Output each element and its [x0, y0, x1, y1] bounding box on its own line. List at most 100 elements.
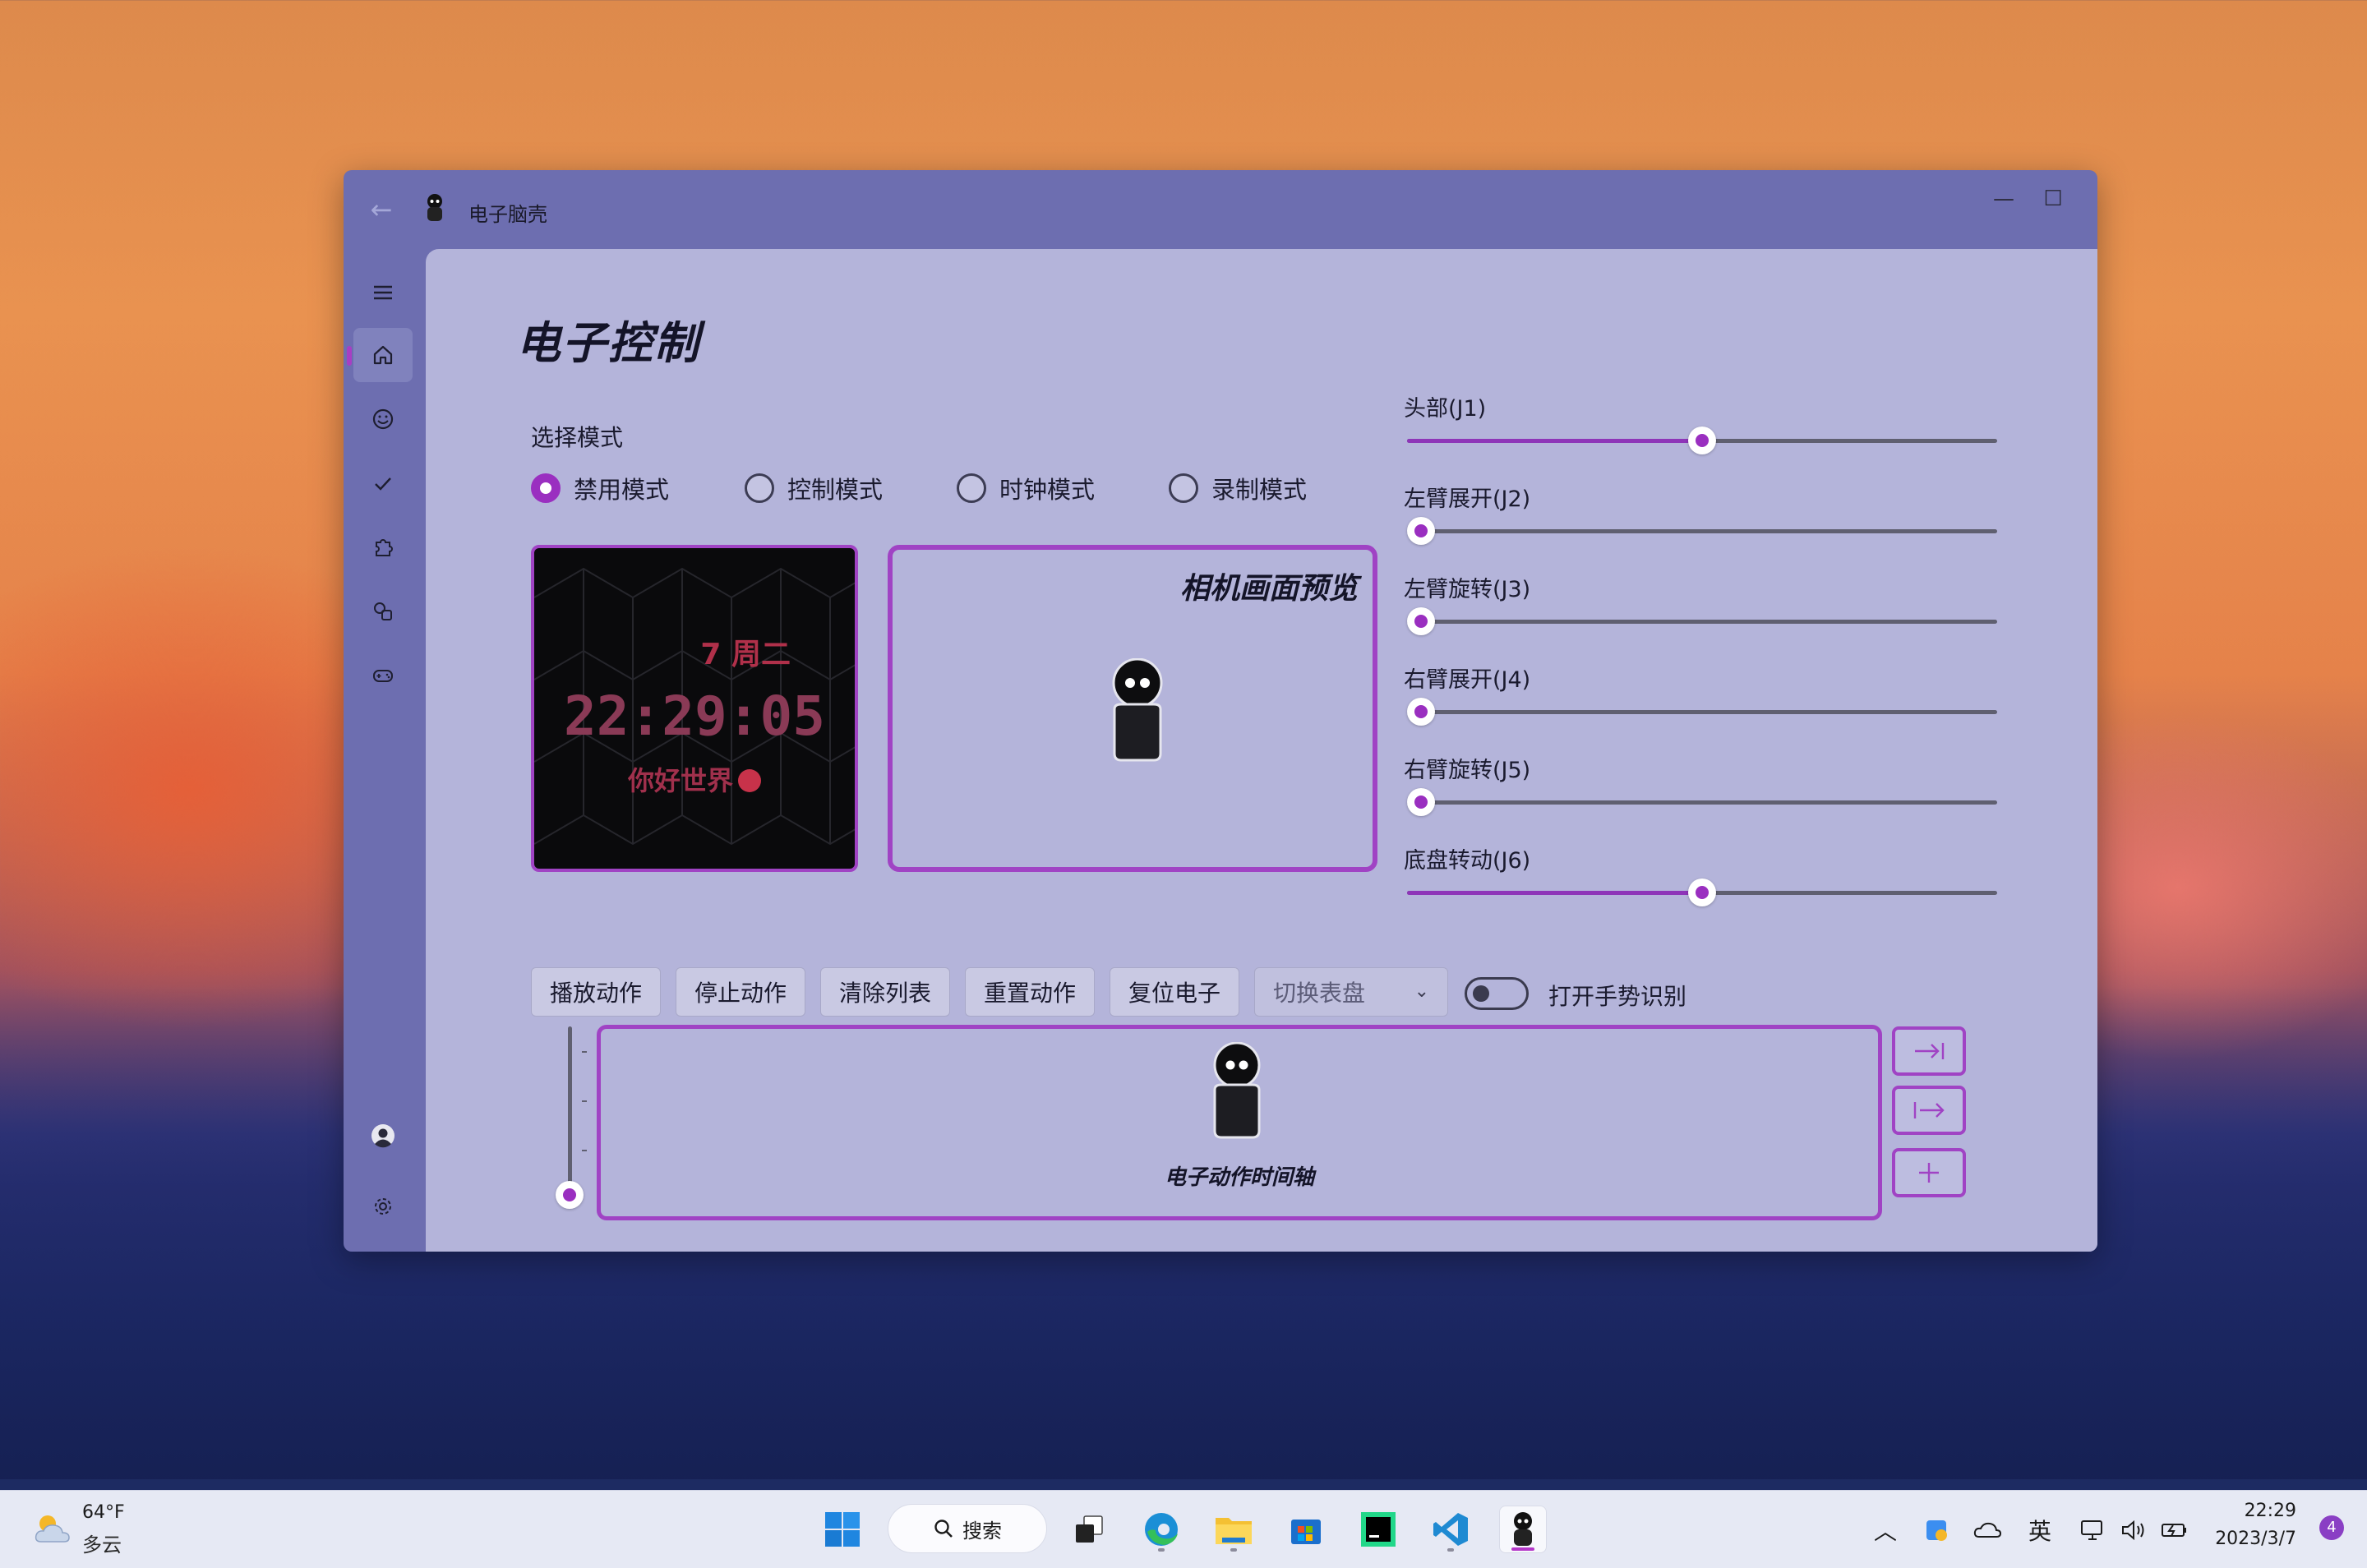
radio-clock-mode[interactable]: 时钟模式: [957, 471, 1095, 505]
camera-preview-panel: 相机画面预览: [888, 545, 1377, 872]
slider-j5[interactable]: [1407, 788, 1997, 816]
reset-robot-button[interactable]: 复位电子: [1110, 967, 1239, 1017]
clear-list-button[interactable]: 清除列表: [820, 967, 950, 1017]
action-timeline[interactable]: 电子动作时间轴: [597, 1025, 1882, 1220]
joint-label-j4: 右臂展开(J4): [1404, 667, 1531, 693]
nav-item-emoji[interactable]: [353, 392, 413, 446]
input-language-indicator[interactable]: 英: [2023, 1514, 2056, 1547]
edge-icon: [1145, 1513, 1178, 1546]
nav-item-home[interactable]: [347, 328, 413, 382]
taskbar-pycharm[interactable]: [1354, 1506, 1402, 1553]
back-arrow-icon[interactable]: ←: [367, 195, 396, 224]
title-bar[interactable]: ← 电子脑壳 — ☐ ✕: [344, 170, 2097, 249]
hamburger-menu-icon[interactable]: [353, 265, 413, 320]
nav-item-settings[interactable]: [353, 1179, 413, 1234]
slider-j5-thumb[interactable]: [1407, 788, 1435, 816]
pycharm-icon: [1361, 1512, 1396, 1547]
robot-app-icon: [427, 194, 442, 221]
slider-j1-fill: [1407, 439, 1702, 443]
running-indicator: [1230, 1548, 1237, 1552]
dial-select[interactable]: 切换表盘 ⌄: [1254, 967, 1448, 1017]
file-explorer-icon: [1216, 1518, 1252, 1544]
tray-app-icon[interactable]: [1920, 1514, 1953, 1547]
close-button[interactable]: ✕: [2083, 178, 2097, 219]
reset-action-button[interactable]: 重置动作: [965, 967, 1095, 1017]
taskbar-vscode[interactable]: [1427, 1506, 1474, 1553]
tray-overflow-chevron-icon[interactable]: ︿: [1871, 1514, 1900, 1547]
chevron-down-icon: ⌄: [1414, 981, 1429, 1002]
maximize-button[interactable]: ☐: [2028, 178, 2078, 219]
nav-item-gamepad[interactable]: [353, 648, 413, 703]
slider-j3[interactable]: [1407, 607, 1997, 635]
slider-j2[interactable]: [1407, 517, 1997, 545]
slider-j4-thumb[interactable]: [1407, 698, 1435, 726]
timeline-zoom-track: [568, 1026, 572, 1194]
taskbar-file-explorer[interactable]: [1210, 1506, 1257, 1553]
robot-app-icon: [1514, 1512, 1532, 1546]
nav-item-account[interactable]: [353, 1109, 413, 1163]
nav-item-puzzle[interactable]: [353, 520, 413, 574]
radio-indicator[interactable]: [531, 473, 561, 503]
add-icon: [1919, 1163, 1939, 1183]
task-view-button[interactable]: [1065, 1506, 1113, 1553]
windows-start-icon: [825, 1512, 860, 1547]
search-label: 搜索: [962, 1519, 1002, 1543]
notification-badge[interactable]: 4: [2319, 1515, 2344, 1540]
network-icon[interactable]: [2076, 1514, 2109, 1547]
clock-time-display[interactable]: 22:29: [2245, 1501, 2296, 1521]
taskbar-search[interactable]: 搜索: [888, 1504, 1047, 1553]
add-action-button[interactable]: [1892, 1148, 1966, 1197]
weather-condition: 多云: [82, 1533, 122, 1556]
nav-item-shapes[interactable]: [353, 584, 413, 639]
camera-preview-title: 相机画面预览: [1179, 572, 1358, 606]
slider-j1-thumb[interactable]: [1688, 427, 1716, 454]
onedrive-icon[interactable]: [1971, 1514, 2004, 1547]
volume-icon[interactable]: [2117, 1514, 2150, 1547]
slider-j4[interactable]: [1407, 698, 1997, 726]
radio-indicator[interactable]: [1169, 473, 1198, 503]
partly-cloudy-icon[interactable]: [30, 1506, 76, 1552]
slider-j1[interactable]: [1407, 427, 1997, 454]
battery-icon[interactable]: [2158, 1514, 2191, 1547]
radio-indicator[interactable]: [745, 473, 774, 503]
puzzle-icon: [376, 539, 393, 556]
radio-disabled-mode[interactable]: 禁用模式: [531, 471, 669, 505]
joint-label-j5: 右臂旋转(J5): [1404, 758, 1531, 783]
move-from-start-button[interactable]: [1892, 1086, 1966, 1135]
move-to-end-button[interactable]: [1892, 1026, 1966, 1076]
gamepad-icon: [373, 670, 393, 682]
slider-j2-thumb[interactable]: [1407, 517, 1435, 545]
radio-indicator[interactable]: [957, 473, 986, 503]
timeline-label: 电子动作时间轴: [1164, 1165, 1314, 1190]
timeline-zoom-slider[interactable]: [556, 1026, 587, 1209]
taskbar-edge[interactable]: [1137, 1506, 1185, 1553]
nav-rail: [344, 249, 426, 1252]
slider-j6-thumb[interactable]: [1688, 879, 1716, 906]
active-indicator: [1511, 1547, 1534, 1551]
start-button[interactable]: [819, 1506, 866, 1553]
clock-date-display[interactable]: 2023/3/7: [2215, 1529, 2296, 1549]
gesture-toggle[interactable]: [1465, 977, 1529, 1010]
gear-icon: [375, 1198, 391, 1215]
play-action-button[interactable]: 播放动作: [531, 967, 661, 1017]
radio-control-mode[interactable]: 控制模式: [745, 471, 883, 505]
vscode-icon: [1433, 1513, 1468, 1546]
robot-placeholder-icon: [1112, 658, 1163, 762]
slider-j6[interactable]: [1407, 879, 1997, 906]
taskbar-robot-app[interactable]: [1499, 1506, 1547, 1553]
minimize-button[interactable]: —: [1979, 178, 2028, 219]
joint-label-j6: 底盘转动(J6): [1404, 848, 1531, 874]
smile-emoji-icon: [738, 769, 761, 792]
radio-record-mode[interactable]: 录制模式: [1169, 471, 1307, 505]
taskbar-store[interactable]: [1282, 1506, 1330, 1553]
task-view-icon: [1076, 1515, 1103, 1543]
timeline-zoom-thumb[interactable]: [556, 1181, 584, 1209]
stop-action-button[interactable]: 停止动作: [676, 967, 805, 1017]
check-icon: [375, 477, 391, 491]
slider-j3-thumb[interactable]: [1407, 607, 1435, 635]
radio-label: 禁用模式: [574, 476, 670, 504]
gesture-toggle-label: 打开手势识别: [1548, 983, 1687, 1010]
nav-item-check[interactable]: [353, 456, 413, 510]
clock-date: 7 周二: [700, 638, 791, 671]
align-end-icon: [1915, 1043, 1945, 1059]
